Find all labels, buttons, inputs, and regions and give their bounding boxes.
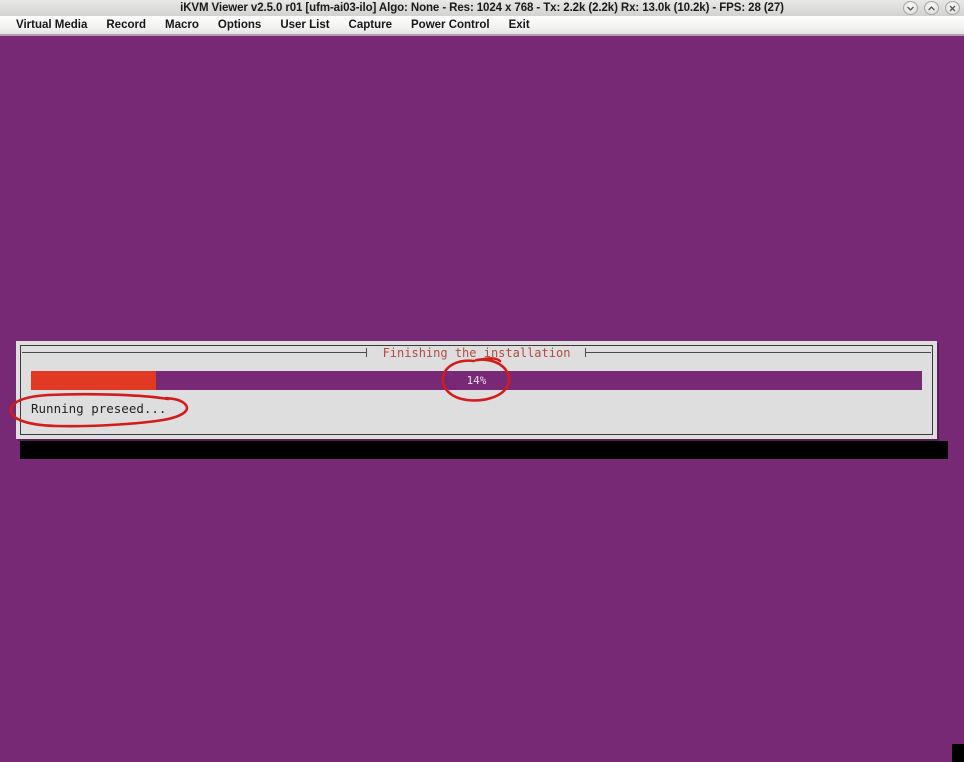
- chevron-up-icon: [928, 5, 935, 10]
- window-title: iKVM Viewer v2.5.0 r01 [ufm-ai03-ilo] Al…: [180, 2, 784, 14]
- chevron-down-icon: [907, 6, 914, 11]
- menu-item-user-list[interactable]: User List: [271, 16, 339, 34]
- minimize-button[interactable]: [903, 1, 918, 15]
- close-icon: [949, 5, 956, 11]
- installer-dialog: Finishing the installation 14% Running p…: [16, 341, 937, 439]
- menu-item-capture[interactable]: Capture: [340, 16, 402, 34]
- maximize-button[interactable]: [924, 1, 939, 15]
- menu-item-power-control[interactable]: Power Control: [402, 16, 500, 34]
- ikvm-viewer-window: iKVM Viewer v2.5.0 r01 [ufm-ai03-ilo] Al…: [0, 0, 964, 762]
- remote-console-screen[interactable]: Finishing the installation 14% Running p…: [0, 38, 964, 762]
- menubar: Virtual Media Record Macro Options User …: [0, 16, 964, 36]
- menu-item-record[interactable]: Record: [97, 16, 156, 34]
- menu-item-macro[interactable]: Macro: [156, 16, 209, 34]
- console-corner-block: [952, 744, 964, 762]
- menu-item-options[interactable]: Options: [209, 16, 271, 34]
- installer-status-text: Running preseed...: [31, 401, 167, 416]
- menu-item-exit[interactable]: Exit: [500, 16, 540, 34]
- progress-bar: 14%: [31, 371, 922, 390]
- installer-title: Finishing the installation: [382, 346, 571, 360]
- progress-percent-label: 14%: [466, 374, 487, 387]
- console-black-strip: [20, 441, 948, 459]
- close-button[interactable]: [945, 1, 960, 15]
- menu-item-virtual-media[interactable]: Virtual Media: [7, 16, 97, 34]
- installer-dialog-body: Finishing the installation 14% Running p…: [20, 345, 933, 435]
- window-controls: [903, 1, 960, 15]
- window-titlebar: iKVM Viewer v2.5.0 r01 [ufm-ai03-ilo] Al…: [0, 0, 964, 17]
